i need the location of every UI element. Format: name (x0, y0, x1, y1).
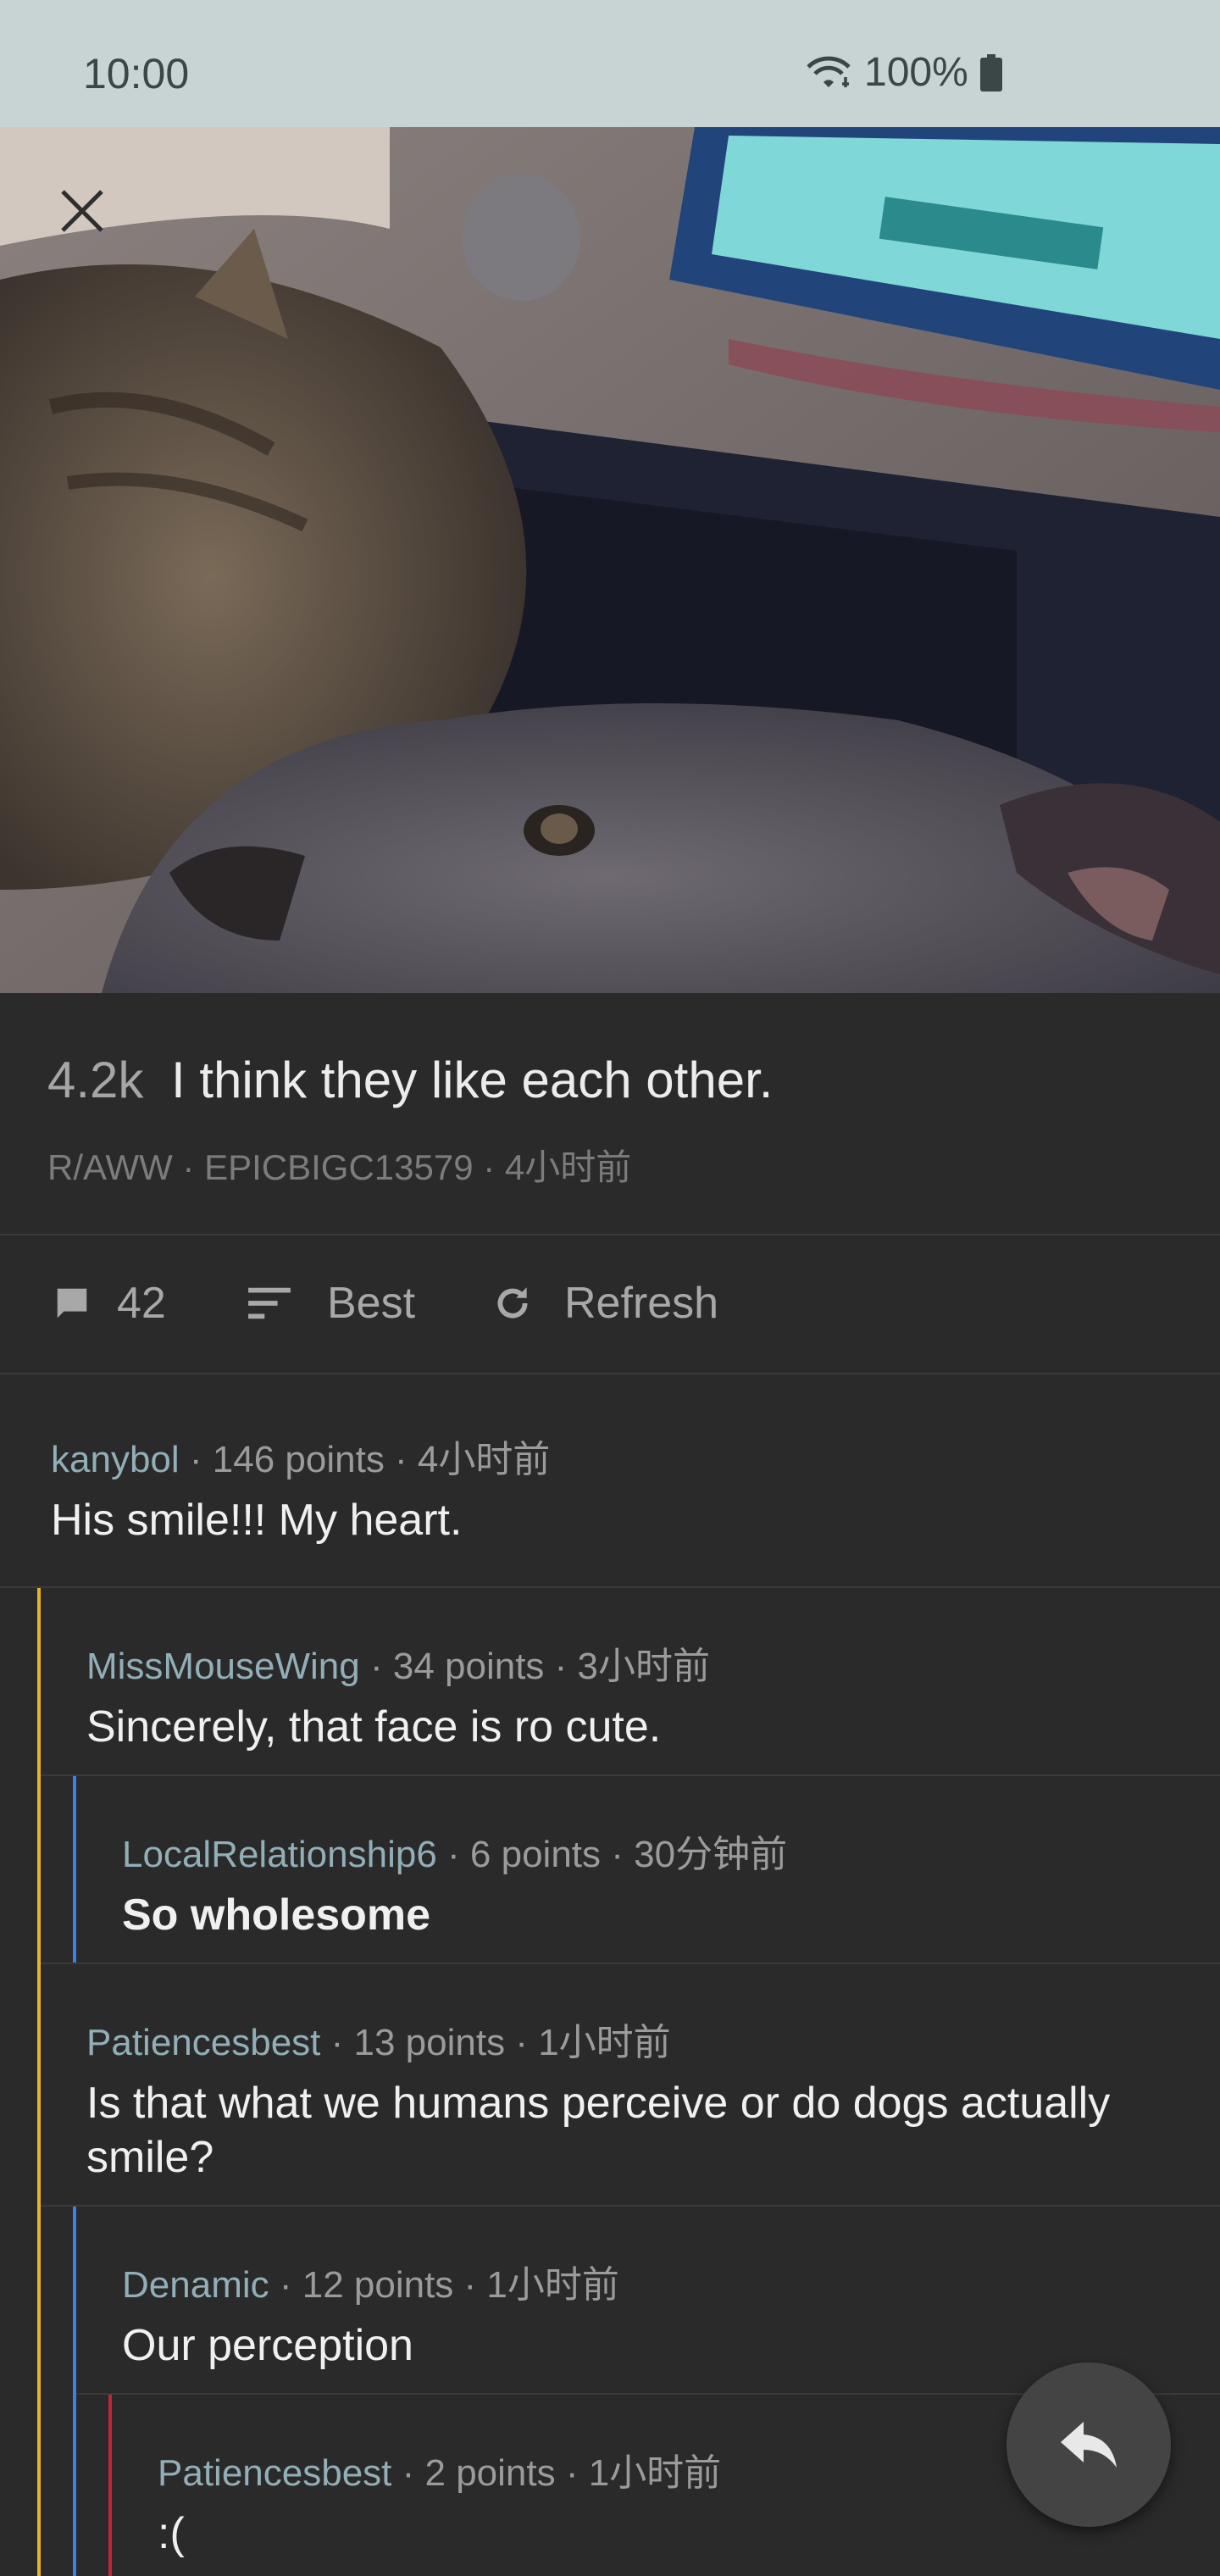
post-meta[interactable]: R/AWW · EPICBIGC13579 · 4小时前 (47, 1139, 631, 1191)
comment-meta: Patiencesbest · 2 points · 1小时前 (158, 2442, 721, 2496)
comment-meta: kanybol · 146 points · 4小时前 (51, 1429, 550, 1483)
comment-item[interactable]: Denamic · 12 points · 1小时前 Our perceptio… (0, 2207, 1220, 2395)
status-indicators: 100% (805, 49, 1002, 96)
comment-meta: LocalRelationship6 · 6 points · 30分钟前 (122, 1824, 787, 1878)
thread-line (37, 1964, 41, 2207)
comment-item[interactable]: kanybol · 146 points · 4小时前 His smile!!!… (0, 1374, 1220, 1588)
comment-author[interactable]: MissMouseWing (86, 1646, 360, 1687)
comments-count: 42 (117, 1279, 166, 1328)
post-header: 4.2k I think they like each other. R/AWW… (0, 993, 1220, 1235)
comment-text: His smile!!! My heart. (51, 1496, 463, 1545)
thread-line (37, 2395, 41, 2576)
comment-item[interactable]: MissMouseWing · 34 points · 3小时前 Sincere… (0, 1588, 1220, 1776)
comment-author[interactable]: Patiencesbest (158, 2452, 391, 2494)
thread-line (73, 2395, 76, 2576)
sort-button[interactable]: Best (244, 1278, 415, 1329)
post-media[interactable] (0, 127, 1220, 993)
comment-author[interactable]: kanybol (51, 1439, 180, 1480)
post-score: 4.2k (47, 1052, 144, 1108)
refresh-label: Refresh (564, 1279, 719, 1328)
comment-text: So wholesome (122, 1890, 431, 1940)
comment-meta: Patiencesbest · 13 points · 1小时前 (86, 2012, 671, 2066)
comments-count-button[interactable]: 42 (53, 1278, 166, 1329)
comment-info: · 6 points · 30分钟前 (436, 1834, 788, 1875)
post-title: I think they like each other. (171, 1052, 774, 1108)
thread-line (37, 1776, 41, 1964)
comment-info: · 2 points · 1小时前 (391, 2452, 722, 2494)
comment-text: :( (158, 2509, 185, 2558)
reply-icon (1061, 2422, 1117, 2468)
comment-meta: MissMouseWing · 34 points · 3小时前 (86, 1635, 710, 1690)
refresh-icon (497, 1287, 528, 1319)
close-button[interactable] (54, 183, 110, 239)
comment-author[interactable]: Denamic (122, 2264, 269, 2306)
comment-text: Is that what we humans perceive or do do… (86, 2079, 1111, 2182)
comment-icon (57, 1288, 87, 1319)
comment-item[interactable]: Patiencesbest · 13 points · 1小时前 Is that… (0, 1964, 1220, 2207)
battery-icon (979, 53, 1002, 92)
comment-text: Our perception (122, 2321, 413, 2370)
comment-info: · 12 points · 1小时前 (269, 2264, 619, 2306)
thread-line (73, 2207, 76, 2395)
comment-info: · 13 points · 1小时前 (320, 2022, 671, 2063)
comment-author[interactable]: Patiencesbest (86, 2022, 320, 2063)
comment-info: · 146 points · 4小时前 (179, 1439, 551, 1480)
post-image (0, 127, 1220, 993)
comment-info: · 34 points · 3小时前 (359, 1646, 711, 1687)
thread-line (37, 2207, 41, 2395)
sort-icon (248, 1287, 291, 1319)
comment-text: Sincerely, that face is ro cute. (86, 1702, 662, 1752)
comment-meta: Denamic · 12 points · 1小时前 (122, 2254, 619, 2308)
status-time: 10:00 (83, 50, 190, 97)
reply-button[interactable] (1006, 2362, 1171, 2527)
close-icon (61, 190, 103, 232)
sort-label: Best (327, 1279, 416, 1328)
status-bar: 10:00 100% (0, 0, 1220, 127)
comment-item[interactable]: LocalRelationship6 · 6 points · 30分钟前 So… (0, 1776, 1220, 1964)
thread-line (108, 2395, 112, 2576)
battery-level: 100% (864, 50, 968, 95)
comment-author[interactable]: LocalRelationship6 (122, 1834, 437, 1875)
refresh-button[interactable]: Refresh (491, 1278, 718, 1329)
action-bar: 42 Best Refresh (0, 1237, 1220, 1374)
wifi-icon (807, 56, 851, 87)
thread-line (73, 1776, 76, 1964)
thread-line (37, 1588, 41, 1776)
